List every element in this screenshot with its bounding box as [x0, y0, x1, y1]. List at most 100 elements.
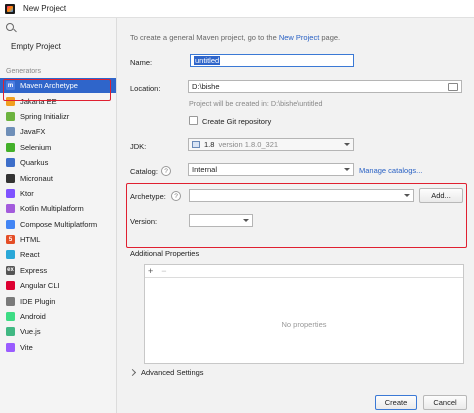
- sidebar-item-label: Kotlin Multiplatform: [20, 204, 84, 214]
- sidebar-item-javafx[interactable]: JavaFX: [0, 124, 116, 139]
- main-panel: To create a general Maven project, go to…: [118, 18, 474, 413]
- spring-icon: [6, 111, 15, 121]
- sidebar-item-label: Express: [20, 265, 48, 275]
- add-archetype-button[interactable]: Add...: [419, 188, 463, 203]
- location-hint: Project will be created in: D:\bishe\unt…: [189, 99, 323, 108]
- no-properties-text: No properties: [281, 320, 327, 329]
- selenium-icon: [6, 142, 15, 152]
- sidebar-item-ide-plugin[interactable]: IDE Plugin: [0, 293, 116, 308]
- chevron-down-icon: [344, 143, 350, 146]
- sidebar-item-jakarta[interactable]: Jakarta EE: [0, 93, 116, 108]
- sidebar-item-angular[interactable]: Angular CLI: [0, 278, 116, 293]
- sidebar-item-label: Spring Initializr: [20, 111, 70, 121]
- sidebar-item-label: Android: [20, 312, 46, 322]
- additional-properties-title: Additional Properties: [130, 249, 200, 258]
- kotlin-icon: [6, 204, 15, 214]
- dialog-buttons: Create Cancel: [118, 391, 474, 413]
- sidebar-item-selenium[interactable]: Selenium: [0, 140, 116, 155]
- remove-icon[interactable]: −: [161, 266, 166, 276]
- help-icon[interactable]: ?: [171, 191, 181, 201]
- express-icon: ex: [6, 265, 15, 275]
- archetype-select[interactable]: [189, 189, 414, 202]
- info-text: To create a general Maven project, go to…: [130, 33, 341, 42]
- catalog-label: Catalog:: [130, 167, 158, 176]
- jakarta-icon: [6, 96, 15, 106]
- properties-toolbar: + −: [145, 265, 463, 278]
- catalog-select[interactable]: Internal: [188, 163, 354, 176]
- search-icon[interactable]: [6, 23, 14, 31]
- sidebar-item-label: Maven Archetype: [20, 81, 78, 91]
- jdk-label: JDK:: [130, 142, 147, 151]
- name-field[interactable]: untitled: [190, 54, 354, 67]
- vite-icon: [6, 342, 15, 352]
- jdk-icon: [192, 141, 200, 148]
- sidebar-item-empty-project[interactable]: Empty Project: [0, 36, 116, 56]
- maven-icon: m: [6, 81, 15, 91]
- sidebar-item-label: Vue.js: [20, 327, 41, 337]
- html-icon: 5: [6, 235, 15, 245]
- title-bar: New Project: [0, 0, 474, 18]
- add-icon[interactable]: +: [148, 266, 153, 276]
- window-title: New Project: [23, 4, 67, 13]
- intellij-app-icon: [5, 3, 15, 14]
- sidebar-item-label: IDE Plugin: [20, 296, 56, 306]
- jdk-select[interactable]: 1.8 version 1.8.0_321: [188, 138, 354, 151]
- git-repo-checkbox[interactable]: [189, 116, 198, 125]
- sidebar-item-label: Quarkus: [20, 158, 49, 168]
- sidebar-item-label: Angular CLI: [20, 281, 60, 291]
- create-button[interactable]: Create: [375, 395, 417, 410]
- manage-catalogs-link[interactable]: Manage catalogs...: [359, 166, 422, 175]
- sidebar-item-label: Compose Multiplatform: [20, 219, 98, 229]
- sidebar-item-vite[interactable]: Vite: [0, 340, 116, 355]
- sidebar-item-express[interactable]: ex Express: [0, 263, 116, 278]
- ide-plugin-icon: [6, 296, 15, 306]
- sidebar-item-kotlin[interactable]: Kotlin Multiplatform: [0, 201, 116, 216]
- vue-icon: [6, 327, 15, 337]
- sidebar-item-label: JavaFX: [20, 127, 46, 137]
- version-select[interactable]: [189, 214, 253, 227]
- properties-panel: + − No properties: [144, 264, 464, 364]
- quarkus-icon: [6, 158, 15, 168]
- location-label: Location:: [130, 84, 161, 93]
- new-project-link[interactable]: New Project: [279, 33, 319, 42]
- chevron-down-icon: [243, 219, 249, 222]
- sidebar-item-label: HTML: [20, 235, 41, 245]
- micronaut-icon: [6, 173, 15, 183]
- javafx-icon: [6, 127, 15, 137]
- sidebar-search[interactable]: [0, 18, 116, 36]
- sidebar-item-html[interactable]: 5 HTML: [0, 232, 116, 247]
- react-icon: [6, 250, 15, 260]
- help-icon[interactable]: ?: [161, 166, 171, 176]
- cancel-button[interactable]: Cancel: [423, 395, 467, 410]
- ktor-icon: [6, 188, 15, 198]
- sidebar-item-android[interactable]: Android: [0, 309, 116, 324]
- sidebar-item-ktor[interactable]: Ktor: [0, 186, 116, 201]
- generator-sidebar: Empty Project Generators m Maven Archetyp…: [0, 18, 117, 413]
- git-repo-label: Create Git repository: [202, 117, 272, 126]
- location-field[interactable]: D:\bishe: [188, 80, 462, 93]
- browse-folder-icon[interactable]: [448, 83, 458, 91]
- sidebar-item-label: React: [20, 250, 40, 260]
- chevron-down-icon: [404, 194, 410, 197]
- chevron-right-icon: [128, 368, 137, 377]
- sidebar-item-label: Jakarta EE: [20, 96, 57, 106]
- sidebar-item-react[interactable]: React: [0, 247, 116, 262]
- sidebar-item-label: Selenium: [20, 142, 52, 152]
- compose-icon: [6, 219, 15, 229]
- version-label: Version:: [130, 217, 158, 226]
- sidebar-item-quarkus[interactable]: Quarkus: [0, 155, 116, 170]
- generator-list: m Maven Archetype Jakarta EE Spring Initial…: [0, 78, 116, 355]
- generators-header: Generators: [6, 68, 42, 75]
- sidebar-item-vue[interactable]: Vue.js: [0, 324, 116, 339]
- android-icon: [6, 312, 15, 322]
- sidebar-item-maven[interactable]: m Maven Archetype: [0, 78, 116, 94]
- sidebar-item-compose[interactable]: Compose Multiplatform: [0, 217, 116, 232]
- advanced-settings-toggle[interactable]: Advanced Settings: [128, 368, 204, 377]
- sidebar-item-micronaut[interactable]: Micronaut: [0, 170, 116, 185]
- angular-icon: [6, 281, 15, 291]
- sidebar-item-label: Micronaut: [20, 173, 53, 183]
- sidebar-item-spring[interactable]: Spring Initializr: [0, 109, 116, 124]
- sidebar-item-label: Vite: [20, 342, 33, 352]
- sidebar-item-label: Ktor: [20, 188, 34, 198]
- name-label: Name:: [130, 58, 153, 67]
